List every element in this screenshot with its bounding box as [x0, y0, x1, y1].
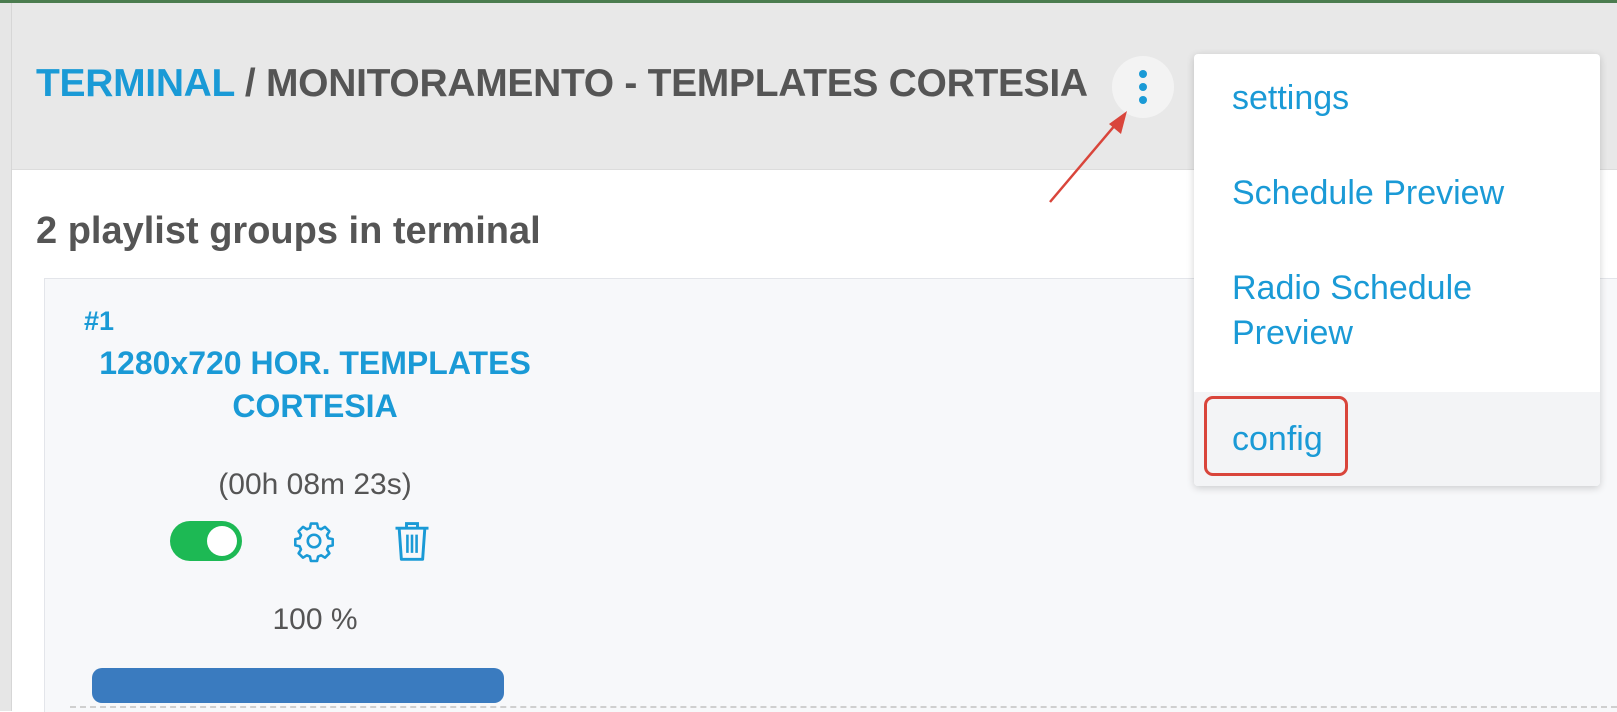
kebab-dot-icon [1139, 83, 1147, 91]
menu-item-radio-schedule-preview[interactable]: Radio Schedule Preview [1194, 266, 1534, 356]
page-title: MONITORAMENTO - TEMPLATES CORTESIA [265, 62, 1088, 105]
breadcrumb-terminal-link[interactable]: TERMINAL [36, 62, 235, 105]
annotation-highlight [1204, 396, 1348, 476]
group-enabled-toggle[interactable] [170, 521, 242, 561]
menu-item-settings[interactable]: settings [1194, 76, 1600, 121]
group-number: #1 [84, 306, 115, 336]
left-rail [0, 3, 12, 711]
toggle-knob [207, 526, 237, 556]
breadcrumb-separator: / [234, 62, 266, 105]
progress-fill [92, 668, 504, 703]
gear-icon[interactable] [292, 519, 336, 563]
group-duration: (00h 08m 23s) [218, 468, 412, 501]
menu-item-schedule-preview[interactable]: Schedule Preview [1194, 171, 1600, 216]
breadcrumb: TERMINAL / MONITORAMENTO - TEMPLATES COR… [36, 62, 1088, 106]
more-options-button[interactable] [1112, 56, 1174, 118]
trash-icon[interactable] [390, 518, 434, 564]
kebab-dot-icon [1139, 70, 1147, 78]
group-name-link[interactable]: 1280x720 HOR. TEMPLATES CORTESIA [60, 342, 570, 428]
group-progress-bar [92, 668, 504, 703]
group-percent: 100 % [272, 603, 358, 636]
divider [70, 706, 1617, 708]
playlist-groups-heading: 2 playlist groups in terminal [36, 210, 541, 252]
kebab-dot-icon [1139, 96, 1147, 104]
